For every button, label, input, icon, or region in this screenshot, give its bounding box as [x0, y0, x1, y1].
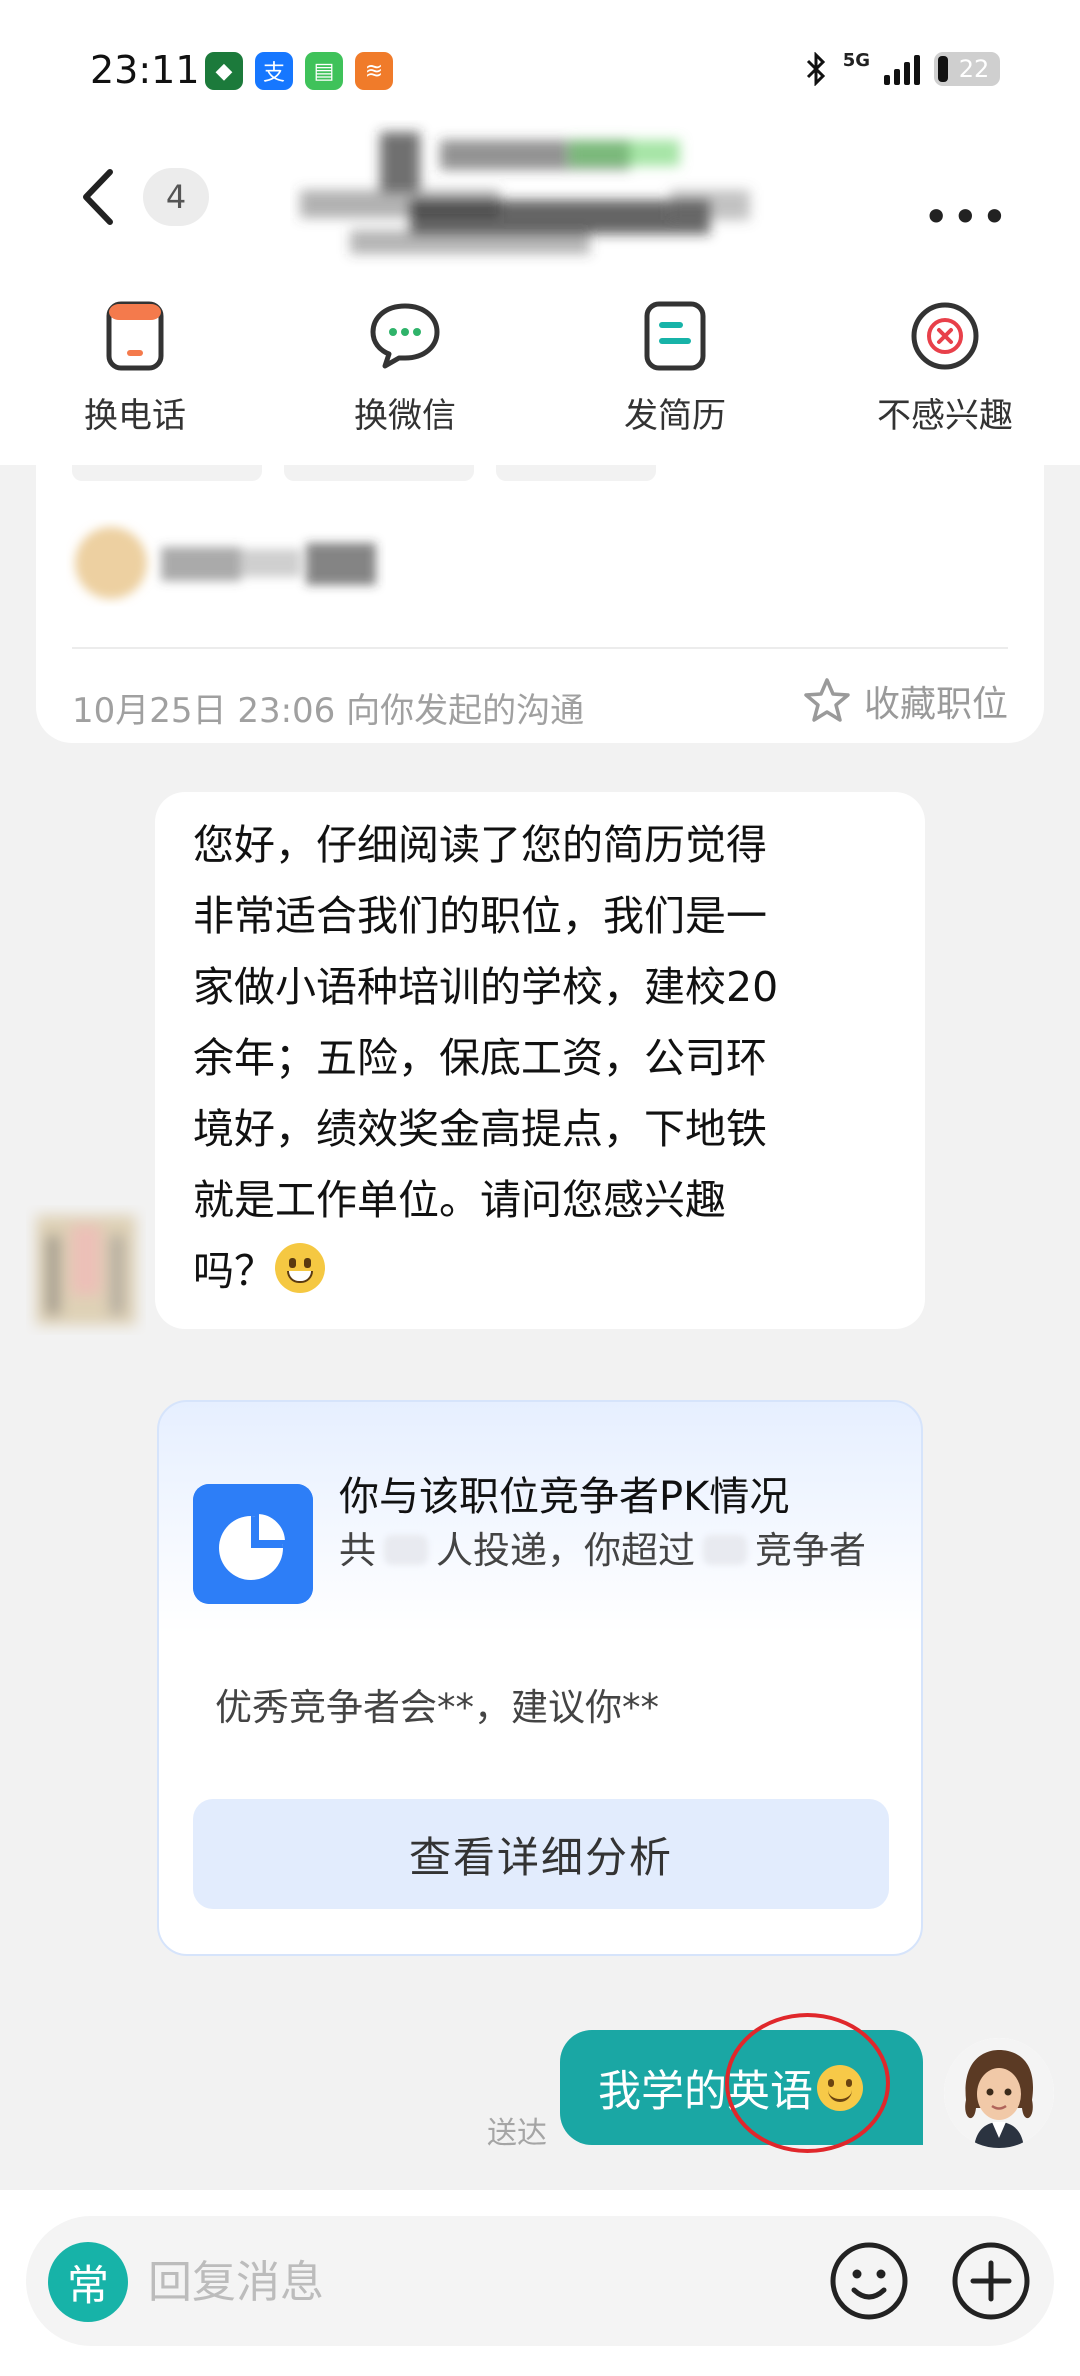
- message-line-text: 吗？: [193, 1247, 275, 1295]
- status-app-icons: ◆ 支 ▤ ≋: [205, 52, 393, 90]
- redacted-recruiter-info: [75, 527, 376, 599]
- common-phrases-button[interactable]: 常: [48, 2242, 128, 2322]
- network-type: 5G: [842, 50, 870, 71]
- chat-header: 4 •••: [0, 132, 1080, 280]
- message-line: 您好，仔细阅读了您的简历觉得: [193, 821, 767, 869]
- message-line: 余年；五险，保底工资，公司环: [193, 1034, 767, 1082]
- reply-input[interactable]: [148, 2242, 528, 2322]
- phone-icon: [106, 301, 164, 371]
- pk-summary-middle: 人投递，你超过: [436, 1529, 695, 1572]
- action-label: 换微信: [354, 396, 456, 436]
- favorite-label: 收藏职位: [863, 684, 1008, 725]
- outgoing-message-text: 我学的英语: [598, 2066, 813, 2117]
- stripe-app-icon: ≋: [355, 52, 393, 90]
- pk-summary: 共 人投递，你超过 竞争者: [339, 1526, 879, 1576]
- pk-summary-suffix: 竞争者: [755, 1529, 866, 1572]
- reply-input-container: 常: [26, 2216, 1054, 2346]
- job-card[interactable]: 10月25日 23:06 向你发起的沟通 收藏职位: [36, 465, 1044, 743]
- unread-count-badge[interactable]: 4: [143, 168, 209, 226]
- box-app-icon: ◆: [205, 52, 243, 90]
- quick-action-bar: 换电话 换微信 发简历 不感兴趣: [0, 280, 1080, 465]
- status-time: 23:11: [90, 48, 200, 92]
- message-line: 就是工作单位。请问您感兴趣: [193, 1176, 726, 1224]
- job-tag: [72, 465, 262, 481]
- battery-level: 22: [958, 54, 990, 83]
- recruiter-avatar[interactable]: [26, 1205, 146, 1335]
- emoji-icon[interactable]: [826, 2238, 912, 2324]
- smile-emoji-icon: [817, 2064, 863, 2111]
- pie-chart-icon: [193, 1484, 313, 1604]
- resume-icon: [644, 301, 706, 371]
- alipay-app-icon: 支: [255, 52, 293, 90]
- action-not-interested[interactable]: 不感兴趣: [810, 280, 1080, 465]
- grinning-emoji-icon: [275, 1243, 325, 1293]
- conversation-start-time: 10月25日 23:06 向你发起的沟通: [72, 691, 585, 731]
- competitor-pk-card[interactable]: 你与该职位竞争者PK情况 共人投递，你超过 竞争者 优秀竞争者会**，建议你** …: [157, 1400, 923, 1956]
- messages-app-icon: ▤: [305, 52, 343, 90]
- action-exchange-phone[interactable]: 换电话: [0, 280, 270, 465]
- divider: [72, 647, 1008, 649]
- action-exchange-wechat[interactable]: 换微信: [270, 280, 540, 465]
- not-interested-icon: [911, 302, 979, 370]
- redacted-applicant-count: [384, 1535, 428, 1565]
- user-avatar[interactable]: [944, 2038, 1054, 2148]
- action-label: 不感兴趣: [877, 396, 1013, 436]
- wechat-icon: [370, 303, 440, 369]
- add-attachment-icon[interactable]: [948, 2238, 1034, 2324]
- view-analysis-button[interactable]: 查看详细分析: [193, 1799, 889, 1909]
- back-arrow-icon[interactable]: [70, 162, 130, 232]
- signal-icon: [884, 53, 920, 85]
- job-tag: [496, 465, 656, 481]
- action-label: 发简历: [624, 396, 726, 436]
- action-label: 换电话: [84, 396, 186, 436]
- pk-advice: 优秀竞争者会**，建议你**: [215, 1686, 659, 1729]
- message-line: 境好，绩效奖金高提点，下地铁: [193, 1105, 767, 1153]
- outgoing-message-bubble[interactable]: 我学的英语: [560, 2030, 923, 2145]
- pk-title: 你与该职位竞争者PK情况: [339, 1474, 790, 1520]
- delivery-status: 送达: [487, 2116, 547, 2151]
- message-line: 家做小语种培训的学校，建校20: [193, 963, 779, 1011]
- bluetooth-icon: [806, 51, 825, 86]
- input-bar: 常: [0, 2190, 1080, 2376]
- message-line: 吗？: [193, 1236, 889, 1307]
- pk-summary-prefix: 共: [339, 1529, 376, 1572]
- star-icon: [804, 678, 850, 722]
- status-indicators: 5G 22: [803, 50, 1000, 87]
- more-options-icon[interactable]: •••: [923, 190, 1010, 244]
- job-tag: [284, 465, 474, 481]
- battery-icon: 22: [934, 51, 1000, 86]
- action-send-resume[interactable]: 发简历: [540, 280, 810, 465]
- redacted-contact-name: [300, 132, 750, 254]
- message-line: 非常适合我们的职位，我们是一: [193, 892, 767, 940]
- redacted-percentage: [703, 1535, 747, 1565]
- incoming-message-bubble[interactable]: 您好，仔细阅读了您的简历觉得 非常适合我们的职位，我们是一 家做小语种培训的学校…: [155, 792, 925, 1329]
- favorite-job-button[interactable]: 收藏职位: [802, 675, 1008, 727]
